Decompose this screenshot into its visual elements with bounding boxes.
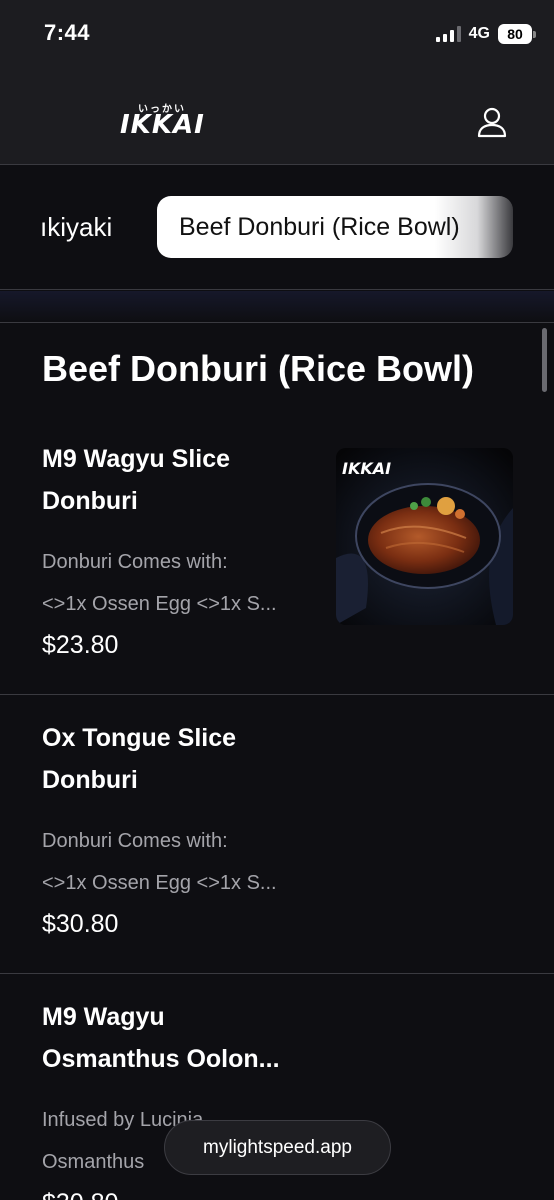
item-price: $23.80 bbox=[42, 631, 119, 659]
photo-logo-text: IKKAI bbox=[342, 459, 391, 478]
tab-beef-donburi-label: Beef Donburi (Rice Bowl) bbox=[179, 212, 460, 241]
item-desc-line: Donburi Comes with: bbox=[42, 830, 228, 852]
domain-toast[interactable]: mylightspeed.app bbox=[164, 1120, 391, 1175]
battery-icon: 80 bbox=[498, 24, 536, 44]
scrollbar[interactable] bbox=[542, 328, 547, 392]
app-header: いっかい IKKAI bbox=[0, 70, 554, 165]
tab-beef-donburi[interactable]: Beef Donburi (Rice Bowl) bbox=[157, 196, 513, 258]
cellular-signal-icon bbox=[435, 26, 461, 42]
status-bar: 7:44 4G 80 bbox=[0, 0, 554, 70]
toast-text: mylightspeed.app bbox=[203, 1136, 352, 1158]
network-type: 4G bbox=[468, 25, 490, 42]
ikkai-logo[interactable]: いっかい IKKAI bbox=[120, 100, 204, 144]
tab-sukiyaki[interactable]: ıkiyaki bbox=[40, 212, 112, 243]
food-photo-image: IKKAI bbox=[336, 448, 513, 625]
item-price: $30.80 bbox=[42, 910, 119, 938]
item-price: $30.80 bbox=[42, 1189, 118, 1200]
item-photo: IKKAI bbox=[336, 448, 513, 625]
item-name: M9 Wagyu Osmanthus Oolon... bbox=[42, 996, 312, 1080]
tabs-divider-band bbox=[0, 291, 554, 323]
item-name-line: M9 Wagyu bbox=[42, 1003, 165, 1031]
item-desc-line: Donburi Comes with: bbox=[42, 551, 228, 573]
item-name-line: Osmanthus Oolon... bbox=[42, 1045, 280, 1073]
item-name-line: Donburi bbox=[42, 766, 138, 794]
item-name: M9 Wagyu Slice Donburi bbox=[42, 438, 312, 522]
item-desc-line: <>1x Ossen Egg <>1x S... bbox=[42, 872, 277, 894]
item-description: Donburi Comes with: <>1x Ossen Egg <>1x … bbox=[42, 541, 322, 625]
status-time: 7:44 bbox=[44, 20, 91, 45]
battery-level: 80 bbox=[507, 26, 523, 42]
item-name: Ox Tongue Slice Donburi bbox=[42, 717, 312, 801]
item-name-line: M9 Wagyu Slice bbox=[42, 445, 231, 473]
item-desc-line: <>1x Ossen Egg <>1x S... bbox=[42, 593, 277, 615]
account-button[interactable] bbox=[476, 106, 508, 138]
status-indicators: 4G 80 bbox=[435, 24, 536, 44]
user-icon bbox=[477, 107, 507, 138]
item-description: Donburi Comes with: <>1x Ossen Egg <>1x … bbox=[42, 820, 322, 904]
logo-text: IKKAI bbox=[120, 110, 205, 140]
category-tabs: ıkiyaki Beef Donburi (Rice Bowl) bbox=[0, 166, 554, 290]
menu-item-m9-wagyu-slice-donburi[interactable]: M9 Wagyu Slice Donburi Donburi Comes wit… bbox=[0, 416, 554, 695]
menu-item-ox-tongue-slice-donburi[interactable]: Ox Tongue Slice Donburi Donburi Comes wi… bbox=[0, 695, 554, 974]
section-title: Beef Donburi (Rice Bowl) bbox=[42, 348, 475, 389]
menu-content[interactable]: Beef Donburi (Rice Bowl) M9 Wagyu Slice … bbox=[0, 324, 554, 1200]
item-name-line: Ox Tongue Slice bbox=[42, 724, 237, 752]
item-name-line: Donburi bbox=[42, 487, 138, 515]
